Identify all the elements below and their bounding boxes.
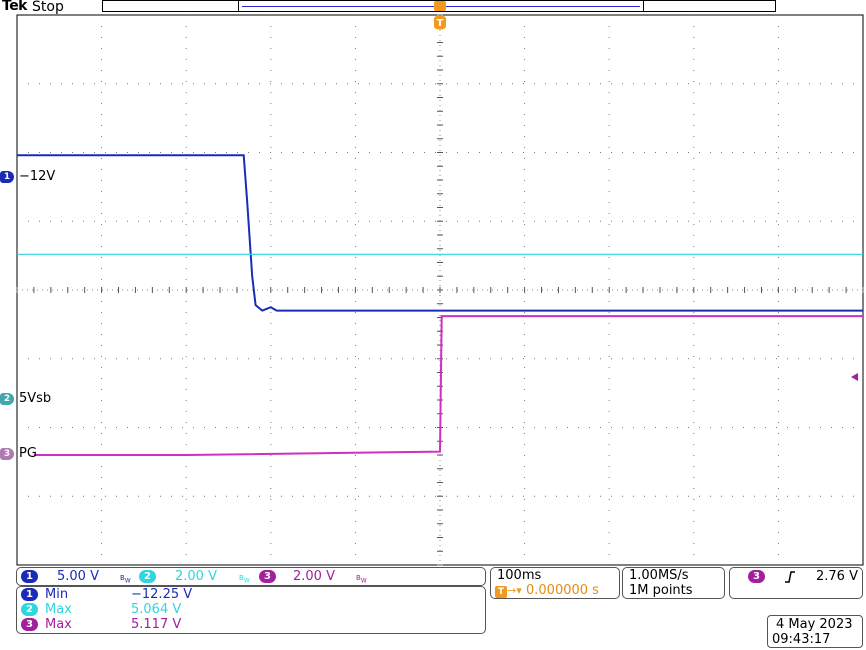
trigger-position-value[interactable]: 0.000000 s	[526, 583, 599, 598]
measurement-row-1: 1	[21, 587, 38, 602]
acquisition-status: Stop	[32, 0, 64, 15]
rising-edge-icon	[785, 571, 795, 583]
waveform-display	[16, 14, 864, 566]
channel-1-bandwidth-icon: BW	[120, 574, 131, 585]
measurement-3-value: 5.117 V	[131, 617, 182, 632]
channel-3-name: PG	[19, 446, 37, 461]
channel-3-scale[interactable]: 2.00 V	[293, 569, 335, 584]
channel-1-badge[interactable]: 1	[21, 570, 38, 583]
sample-rate: 1.00MS/s	[629, 568, 689, 583]
channel-3-ground-marker[interactable]: 3	[0, 448, 14, 460]
measurement-3-badge: 3	[21, 618, 38, 631]
measurement-2-value: 5.064 V	[131, 602, 182, 617]
date-display: 4 May 2023	[776, 617, 853, 632]
trigger-level-arrow-icon	[851, 373, 858, 381]
channel-2-badge[interactable]: 2	[139, 570, 156, 583]
trigger-source-badge[interactable]: 3	[748, 570, 765, 583]
measurement-row-2: 2	[21, 602, 38, 617]
channel-1-name: −12V	[19, 169, 56, 184]
measurement-row-3: 3	[21, 617, 38, 632]
trigger-position-marker[interactable]: T	[433, 1, 447, 31]
acquisition-panel[interactable]: 1.00MS/s 1M points	[622, 567, 725, 599]
datetime-panel: 4 May 2023 09:43:17	[767, 615, 863, 648]
channel-2-bandwidth-icon: BW	[239, 574, 250, 585]
channel-scale-panel[interactable]: 1 5.00 V BW 2 2.00 V BW 3 2.00 V BW	[16, 567, 486, 586]
channel-3-badge[interactable]: 3	[259, 570, 276, 583]
measurement-1-value: −12.25 V	[131, 587, 193, 602]
channel-2-scale[interactable]: 2.00 V	[175, 569, 217, 584]
trigger-marker-icon: T	[434, 1, 446, 29]
record-length: 1M points	[629, 583, 693, 598]
channel-1-scale[interactable]: 5.00 V	[57, 569, 99, 584]
trigger-marker-label: T	[437, 18, 444, 29]
channel-2-ground-marker[interactable]: 2	[0, 393, 14, 405]
trigger-level[interactable]: 2.76 V	[816, 569, 858, 584]
channel-3-bandwidth-icon: BW	[356, 574, 367, 585]
channel-1-ground-marker[interactable]: 1	[0, 171, 14, 183]
channel-2-name: 5Vsb	[19, 391, 52, 406]
measurement-panel[interactable]: 1 Min −12.25 V 2 Max 5.064 V 3 Max 5.117…	[16, 586, 486, 634]
trigger-position-icon: T →▾	[495, 583, 522, 598]
brand-logo: Tek	[2, 0, 28, 14]
trigger-panel[interactable]: 3 2.76 V	[729, 567, 863, 599]
horizontal-scale[interactable]: 100ms	[497, 568, 541, 583]
measurement-1-label: Min	[45, 587, 69, 602]
timebase-panel[interactable]: 100ms T →▾ 0.000000 s	[490, 567, 620, 599]
measurement-3-label: Max	[45, 617, 72, 632]
measurement-2-badge: 2	[21, 603, 38, 616]
measurement-2-label: Max	[45, 602, 72, 617]
time-display: 09:43:17	[772, 632, 831, 647]
measurement-1-badge: 1	[21, 588, 38, 601]
